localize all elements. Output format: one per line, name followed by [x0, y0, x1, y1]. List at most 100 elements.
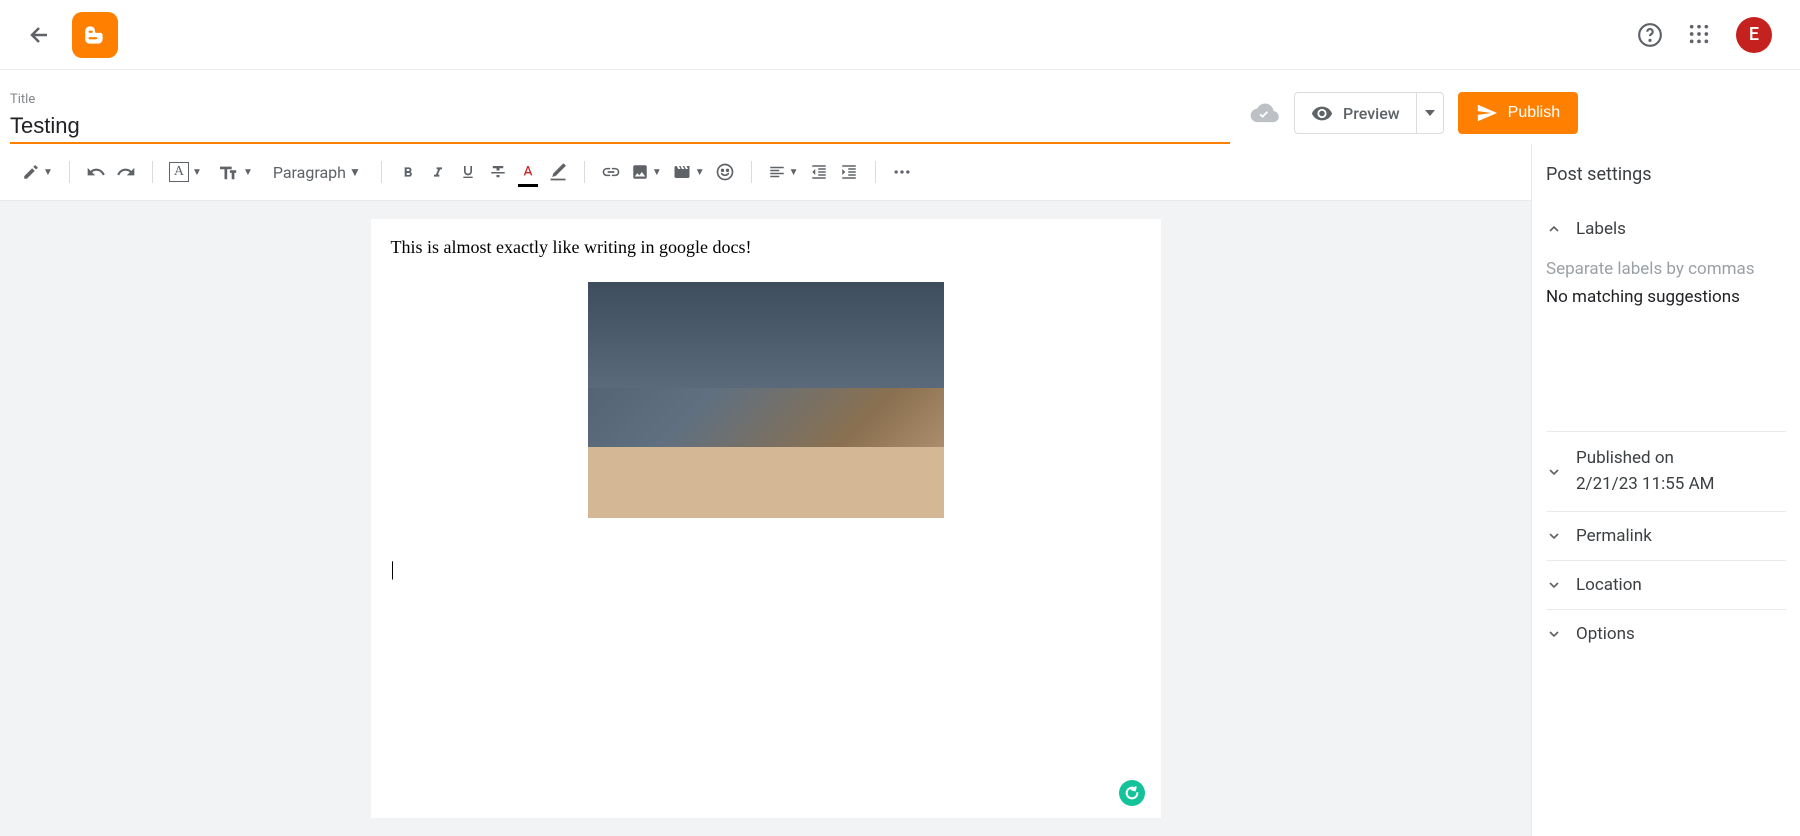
- paragraph-label: Paragraph: [273, 163, 346, 182]
- chevron-down-icon: [1546, 528, 1562, 544]
- eye-icon: [1311, 102, 1333, 124]
- caret-down-icon: ▼: [652, 167, 662, 178]
- permalink-header[interactable]: Permalink: [1546, 526, 1786, 546]
- grammarly-icon: [1124, 785, 1140, 801]
- paragraph-style-button[interactable]: Paragraph ▼: [265, 163, 369, 182]
- grammarly-widget[interactable]: [1119, 780, 1145, 806]
- caret-down-icon: ▼: [243, 167, 253, 178]
- compose-mode-button[interactable]: ▼: [18, 158, 57, 186]
- published-line2: 2/21/23 11:55 AM: [1576, 472, 1715, 498]
- account-avatar[interactable]: E: [1736, 17, 1772, 53]
- permalink-section: Permalink: [1546, 512, 1786, 561]
- pencil-icon: [22, 163, 40, 181]
- emoji-button[interactable]: [711, 158, 739, 186]
- preview-dropdown[interactable]: [1416, 93, 1443, 133]
- workspace: ▼ A ▼ ▼ Paragraph ▼: [0, 144, 1800, 836]
- post-settings-sidebar: Post settings Labels Separate labels by …: [1532, 144, 1800, 836]
- align-button[interactable]: ▼: [764, 158, 803, 186]
- document-text-line[interactable]: This is almost exactly like writing in g…: [391, 237, 1141, 258]
- separator: [751, 161, 752, 183]
- highlight-button[interactable]: [544, 158, 572, 186]
- link-button[interactable]: [597, 158, 625, 186]
- cloud-saved-icon: [1250, 102, 1280, 124]
- document[interactable]: This is almost exactly like writing in g…: [371, 219, 1161, 818]
- video-button[interactable]: ▼: [668, 158, 709, 186]
- image-icon: [631, 163, 649, 181]
- labels-section: Labels Separate labels by commas No matc…: [1546, 205, 1786, 432]
- labels-suggestion-text: No matching suggestions: [1546, 287, 1786, 307]
- chevron-down-icon: [1546, 577, 1562, 593]
- location-header[interactable]: Location: [1546, 575, 1786, 595]
- title-input[interactable]: [10, 113, 1230, 144]
- preview-button[interactable]: Preview: [1294, 92, 1444, 134]
- indent-decrease-button[interactable]: [805, 158, 833, 186]
- separator: [381, 161, 382, 183]
- published-line1: Published on: [1576, 446, 1715, 472]
- header-right: E: [1636, 17, 1772, 53]
- apps-button[interactable]: [1688, 23, 1712, 47]
- options-heading: Options: [1576, 624, 1635, 644]
- options-header[interactable]: Options: [1546, 624, 1786, 644]
- labels-body: Separate labels by commas No matching su…: [1546, 259, 1786, 307]
- title-field-wrap: Title: [10, 92, 1230, 144]
- bold-icon: [400, 164, 416, 180]
- redo-button[interactable]: [112, 158, 140, 186]
- caret-down-icon: ▼: [789, 167, 799, 178]
- underline-button[interactable]: [454, 158, 482, 186]
- editor-canvas[interactable]: This is almost exactly like writing in g…: [0, 201, 1531, 836]
- publish-button[interactable]: Publish: [1458, 92, 1578, 134]
- bold-button[interactable]: [394, 158, 422, 186]
- blogger-icon: [82, 22, 108, 48]
- apps-grid-icon: [1688, 23, 1710, 45]
- more-button[interactable]: [888, 158, 916, 186]
- chevron-down-icon: [1546, 464, 1562, 480]
- caret-down-icon: ▼: [695, 167, 705, 178]
- italic-button[interactable]: [424, 158, 452, 186]
- document-image[interactable]: [588, 282, 944, 518]
- save-status: [1250, 102, 1280, 124]
- text-color-button[interactable]: [514, 158, 542, 186]
- published-date: Published on 2/21/23 11:55 AM: [1576, 446, 1715, 497]
- font-size-button[interactable]: ▼: [214, 158, 257, 186]
- published-section: Published on 2/21/23 11:55 AM: [1546, 432, 1786, 512]
- indent-increase-icon: [840, 163, 858, 181]
- indent-decrease-icon: [810, 163, 828, 181]
- toolbar: ▼ A ▼ ▼ Paragraph ▼: [0, 144, 1531, 201]
- options-section: Options: [1546, 610, 1786, 658]
- publish-label: Publish: [1508, 104, 1560, 122]
- back-button[interactable]: [28, 23, 52, 47]
- help-button[interactable]: [1636, 21, 1664, 49]
- help-icon: [1637, 22, 1663, 48]
- preview-label: Preview: [1343, 104, 1400, 123]
- caret-down-icon: [1425, 110, 1435, 116]
- sub-header: Title Preview Publish: [0, 70, 1800, 144]
- published-header[interactable]: Published on 2/21/23 11:55 AM: [1546, 446, 1786, 497]
- labels-header[interactable]: Labels: [1546, 219, 1786, 239]
- strikethrough-button[interactable]: [484, 158, 512, 186]
- undo-button[interactable]: [82, 158, 110, 186]
- text-size-icon: [218, 163, 240, 181]
- location-heading: Location: [1576, 575, 1642, 595]
- indent-increase-button[interactable]: [835, 158, 863, 186]
- header-left: [28, 12, 118, 58]
- font-a-icon: A: [169, 162, 189, 182]
- caret-down-icon: ▼: [43, 167, 53, 178]
- more-horizontal-icon: [892, 162, 912, 182]
- highlight-icon: [548, 162, 568, 182]
- underline-icon: [460, 164, 476, 180]
- redo-icon: [116, 162, 136, 182]
- font-family-button[interactable]: A ▼: [165, 158, 206, 186]
- link-icon: [601, 162, 621, 182]
- labels-heading: Labels: [1576, 219, 1626, 239]
- blogger-logo[interactable]: [72, 12, 118, 58]
- chevron-down-icon: [1546, 626, 1562, 642]
- title-actions: Preview Publish: [1250, 92, 1578, 144]
- preview-main[interactable]: Preview: [1295, 93, 1416, 133]
- labels-input-placeholder[interactable]: Separate labels by commas: [1546, 259, 1786, 279]
- image-button[interactable]: ▼: [627, 158, 666, 186]
- caret-down-icon: ▼: [349, 165, 361, 179]
- separator: [152, 161, 153, 183]
- separator: [584, 161, 585, 183]
- editor-area: ▼ A ▼ ▼ Paragraph ▼: [0, 144, 1532, 836]
- separator: [69, 161, 70, 183]
